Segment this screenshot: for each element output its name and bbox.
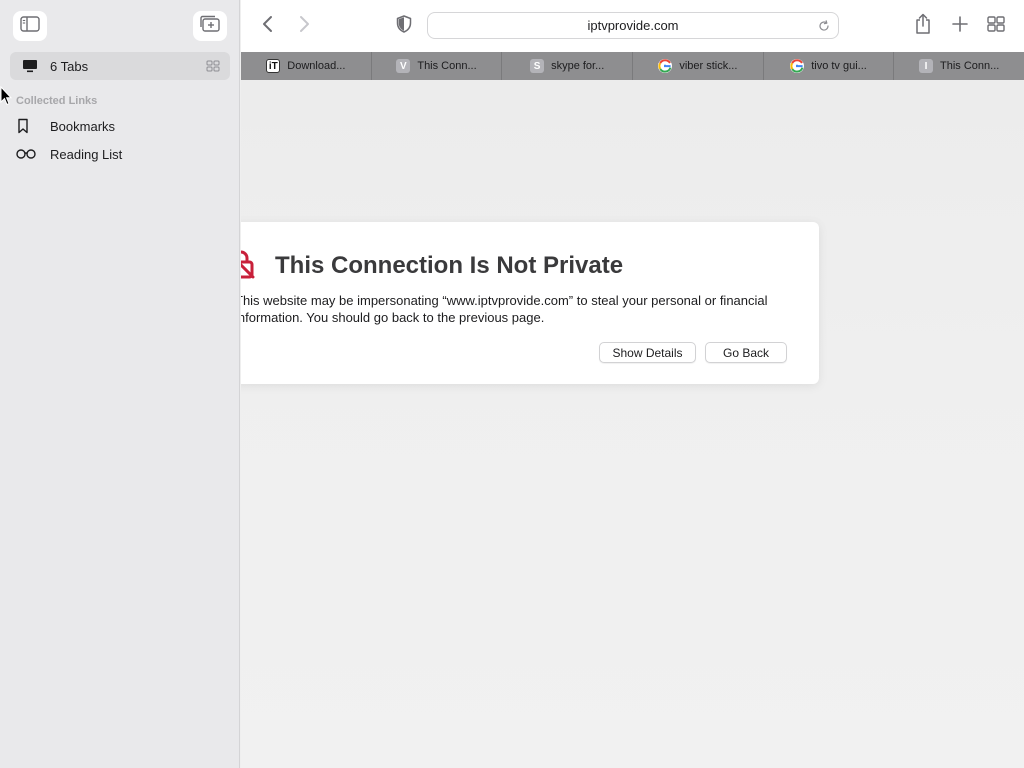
tab-overview-icon (987, 15, 1005, 37)
plus-icon (951, 15, 969, 38)
new-tab-button[interactable] (948, 14, 972, 38)
tab-title: This Conn... (417, 60, 477, 72)
tab-title: tivo tv gui... (811, 60, 867, 72)
google-favicon-icon (658, 59, 673, 73)
favicon: I (919, 59, 934, 73)
browser-tab[interactable]: iT Download... (241, 52, 372, 80)
sidebar-item-tabs[interactable]: 6 Tabs (10, 52, 230, 80)
sidebar-item-label: Bookmarks (50, 118, 116, 134)
favicon: iT (266, 59, 281, 73)
sidebar-item-label: Reading List (50, 146, 123, 162)
address-bar[interactable]: iptvprovide.com (427, 12, 839, 39)
privacy-report-button[interactable] (392, 14, 416, 38)
browser-tab[interactable]: S skype for... (502, 52, 634, 80)
tab-title: skype for... (551, 60, 605, 72)
broken-lock-warning-icon (241, 249, 255, 279)
go-back-button[interactable]: Go Back (705, 342, 787, 363)
certificate-warning-card: This Connection Is Not Private This webs… (241, 222, 819, 384)
show-details-button[interactable]: Show Details (599, 342, 696, 363)
reload-icon[interactable] (816, 18, 832, 34)
new-tab-group-icon (199, 15, 221, 38)
sidebar-toggle-icon (20, 15, 40, 37)
tab-overview-button[interactable] (984, 14, 1008, 38)
collected-links-heading: Collected Links (16, 95, 98, 107)
tab-title: This Conn... (940, 60, 1000, 72)
favicon: V (396, 59, 411, 73)
address-url: iptvprovide.com (587, 18, 679, 33)
chevron-right-icon (298, 15, 310, 38)
tab-bar: iT Download... V This Conn... S skype fo… (241, 52, 1024, 80)
share-button[interactable] (911, 13, 935, 40)
sidebar-tabs-label: 6 Tabs (50, 58, 89, 74)
mouse-cursor-icon (0, 85, 13, 106)
new-tab-group-button[interactable] (193, 11, 227, 41)
browser-tab[interactable]: I This Conn... (894, 52, 1024, 80)
page-content: This Connection Is Not Private This webs… (241, 80, 1024, 768)
warning-title: This Connection Is Not Private (275, 252, 624, 279)
share-icon (914, 13, 932, 40)
bookmark-icon (16, 118, 38, 134)
browser-tab[interactable]: viber stick... (633, 52, 764, 80)
favicon: S (530, 59, 545, 73)
forward-button[interactable] (292, 14, 316, 38)
browser-toolbar: iptvprovide.com (241, 0, 1024, 52)
google-favicon-icon (790, 59, 805, 73)
sidebar: 6 Tabs Collected Links Bookmarks Reading… (0, 0, 240, 768)
browser-tab[interactable]: tivo tv gui... (764, 52, 895, 80)
warning-message: This website may be impersonating “www.i… (241, 293, 768, 325)
back-button[interactable] (256, 14, 280, 38)
sidebar-item-bookmarks[interactable]: Bookmarks (16, 114, 226, 138)
glasses-icon (16, 148, 38, 160)
chevron-left-icon (262, 15, 274, 38)
tab-title: Download... (287, 60, 346, 72)
sidebar-item-reading-list[interactable]: Reading List (16, 142, 226, 166)
desktop-icon (22, 59, 40, 73)
browser-tab[interactable]: V This Conn... (372, 52, 503, 80)
sidebar-toggle-button[interactable] (13, 11, 47, 41)
tab-title: viber stick... (679, 60, 738, 72)
tab-grid-icon[interactable] (206, 60, 220, 72)
privacy-shield-icon (396, 14, 412, 38)
sidebar-header (0, 0, 240, 52)
